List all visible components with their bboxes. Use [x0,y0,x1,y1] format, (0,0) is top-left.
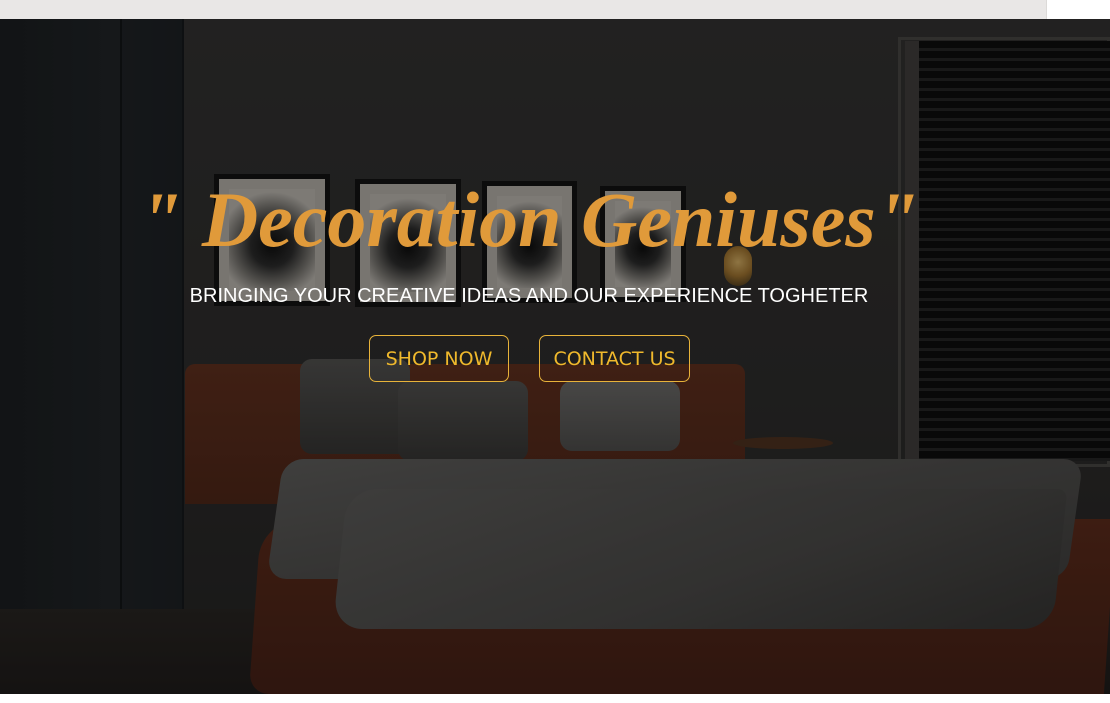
top-navigation-bar [0,0,1046,19]
shop-now-button[interactable]: SHOP NOW [369,335,509,382]
hero-headline: " Decoration Geniuses" [139,176,919,263]
top-right-panel [1046,0,1110,19]
hero-banner: " Decoration Geniuses" BRINGING YOUR CRE… [0,19,1110,694]
hero-subheadline: BRINGING YOUR CREATIVE IDEAS AND OUR EXP… [189,285,869,307]
page-content-below-hero [0,694,1110,703]
contact-us-button[interactable]: CONTACT US [539,335,690,382]
